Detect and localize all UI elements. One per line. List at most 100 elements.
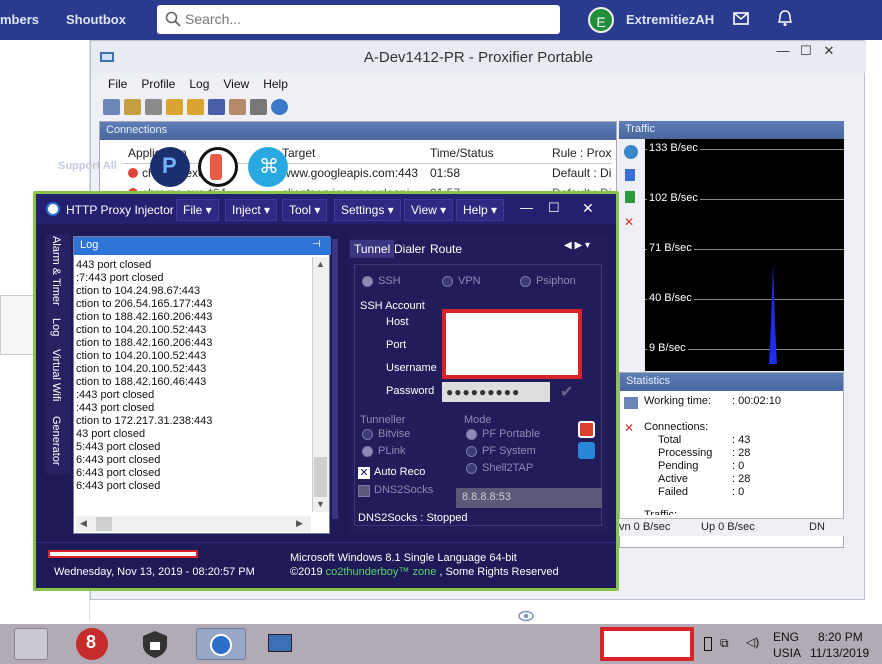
menu-profile[interactable]: Profile: [134, 74, 182, 94]
battery-icon[interactable]: [704, 637, 712, 651]
log-header: Log ⊣: [74, 237, 331, 255]
radio-vpn[interactable]: [442, 276, 453, 287]
maximize-button[interactable]: ☐: [794, 43, 818, 61]
arrow-down-icon[interactable]: [625, 191, 635, 203]
app-8-icon[interactable]: 8: [76, 628, 108, 660]
calculator-icon[interactable]: [14, 628, 48, 660]
check-icon[interactable]: ✔: [560, 382, 573, 402]
clock-date[interactable]: 11/13/2019: [810, 646, 869, 660]
stop-icon[interactable]: [578, 421, 595, 438]
search-input[interactable]: Search...: [157, 5, 560, 34]
proxy-servers-icon[interactable]: [103, 99, 120, 115]
radio-plink[interactable]: [362, 446, 373, 457]
log-vertical-scrollbar[interactable]: ▲ ▼: [312, 257, 329, 512]
clock-icon[interactable]: [624, 145, 638, 159]
stat-value: : 28: [732, 473, 751, 485]
tab-virtual-wifi[interactable]: Virtual Wifi: [50, 349, 62, 401]
radio-vpn-label: VPN: [458, 275, 481, 287]
copyright-author[interactable]: co2thunderboy™ zone: [326, 566, 437, 578]
save-icon[interactable]: [208, 99, 225, 115]
menu-help[interactable]: Help: [256, 74, 295, 94]
username-link[interactable]: ExtremitiezAH: [626, 12, 714, 27]
hpi-close-button[interactable]: ✕: [582, 200, 594, 217]
options-icon[interactable]: [229, 99, 246, 115]
hpi-menu-tool[interactable]: Tool ▾: [282, 199, 328, 221]
volume-icon[interactable]: ◁): [746, 635, 759, 649]
print-icon[interactable]: [250, 99, 267, 115]
scroll-down-icon[interactable]: ▼: [316, 499, 325, 509]
hpi-minimize-button[interactable]: —: [520, 200, 533, 215]
tab-tunnel[interactable]: Tunnel: [350, 240, 395, 258]
dns2socks-checkbox[interactable]: [358, 485, 370, 497]
log-horizontal-scrollbar[interactable]: ◀ ▶: [76, 516, 311, 532]
bell-icon[interactable]: [777, 10, 793, 27]
radio-pf-portable[interactable]: [466, 429, 477, 440]
language-line1[interactable]: ENG: [773, 630, 799, 644]
hpi-menu-help[interactable]: Help ▾: [456, 199, 505, 221]
hpi-taskbar-icon[interactable]: [196, 628, 246, 660]
tab-scroll-arrows[interactable]: ◀ ▶ ▾: [564, 240, 590, 251]
radio-bitvise[interactable]: [362, 429, 373, 440]
radio-shell2tap[interactable]: [466, 463, 477, 474]
tab-log[interactable]: Log: [50, 318, 62, 336]
hpi-menu-settings[interactable]: Settings ▾: [334, 199, 401, 221]
col-rule-proxy[interactable]: Rule : Proxy: [552, 146, 612, 160]
clock-time[interactable]: 8:20 PM: [818, 630, 863, 644]
nav-members-link[interactable]: mbers: [0, 12, 39, 27]
radio-ssh[interactable]: [362, 276, 373, 287]
language-line2[interactable]: USIA: [773, 646, 801, 660]
credentials-redacted-box[interactable]: [442, 309, 582, 379]
radio-plink-label: PLink: [378, 445, 406, 457]
avatar[interactable]: E: [588, 7, 614, 33]
security-lock-icon[interactable]: [138, 628, 172, 660]
col-time-status[interactable]: Time/Status: [430, 146, 494, 160]
menu-log[interactable]: Log: [182, 74, 216, 94]
pin-icon[interactable]: ⊣: [312, 239, 321, 250]
eye-icon[interactable]: [518, 610, 534, 622]
hpi-titlebar[interactable]: HTTP Proxy Injector File ▾ Inject ▾ Tool…: [36, 194, 616, 224]
hpi-menu-view[interactable]: View ▾: [404, 199, 454, 221]
radio-psiphon[interactable]: [520, 276, 531, 287]
scroll-left-icon[interactable]: ◀: [80, 518, 87, 529]
clear-icon[interactable]: ✕: [624, 215, 634, 229]
proxifier-taskbar-icon[interactable]: [256, 628, 306, 660]
folder-open-icon[interactable]: [166, 99, 183, 115]
hpi-maximize-button[interactable]: ☐: [548, 200, 560, 216]
tab-alarm-timer[interactable]: Alarm & Timer: [50, 236, 62, 306]
stat-key: Failed: [658, 486, 688, 498]
scroll-thumb[interactable]: [314, 457, 327, 497]
scroll-up-icon[interactable]: ▲: [316, 259, 325, 269]
tab-dialer[interactable]: Dialer: [390, 240, 429, 258]
table-row[interactable]: chrome.exe www.googleapis.com:443 01:58 …: [122, 166, 612, 184]
tab-route[interactable]: Route: [426, 240, 466, 258]
log-pane: Log ⊣ 443 port closed:7:443 port closed c…: [73, 236, 331, 534]
resolve-icon[interactable]: [145, 99, 162, 115]
traffic-header: Traffic: [619, 121, 844, 139]
hscroll-thumb[interactable]: [96, 517, 112, 531]
auto-reco-checkbox[interactable]: ✕: [358, 467, 370, 479]
network-icon[interactable]: ⧉: [720, 636, 729, 651]
help-icon[interactable]: [271, 99, 288, 115]
col-target[interactable]: Target: [282, 146, 315, 160]
hpi-menu-inject[interactable]: Inject ▾: [225, 199, 278, 221]
nav-shoutbox-link[interactable]: Shoutbox: [66, 12, 126, 27]
radio-pf-system[interactable]: [466, 446, 477, 457]
close-button[interactable]: ✕: [817, 43, 841, 61]
tab-generator[interactable]: Generator: [50, 416, 62, 466]
hpi-menu-file[interactable]: File ▾: [176, 199, 219, 221]
dns-input[interactable]: 8.8.8.8:53: [456, 488, 602, 508]
mail-icon[interactable]: [733, 12, 749, 26]
arrow-up-icon[interactable]: [625, 169, 635, 181]
menu-view[interactable]: View: [216, 74, 256, 94]
minimize-button[interactable]: —: [771, 43, 795, 61]
menu-file[interactable]: File: [101, 74, 134, 94]
refresh-icon[interactable]: [578, 442, 595, 459]
log-text[interactable]: 443 port closed:7:443 port closed ction t…: [76, 259, 308, 509]
stats-connections-icon: ✕: [624, 421, 635, 435]
splitter[interactable]: [332, 239, 338, 519]
password-field[interactable]: ●●●●●●●●●: [442, 382, 550, 402]
folder-icon[interactable]: [187, 99, 204, 115]
proxifier-titlebar[interactable]: A-Dev1412-PR - Proxifier Portable — ☐ ✕: [91, 41, 866, 73]
rules-icon[interactable]: [124, 99, 141, 115]
scroll-right-icon[interactable]: ▶: [296, 518, 303, 529]
